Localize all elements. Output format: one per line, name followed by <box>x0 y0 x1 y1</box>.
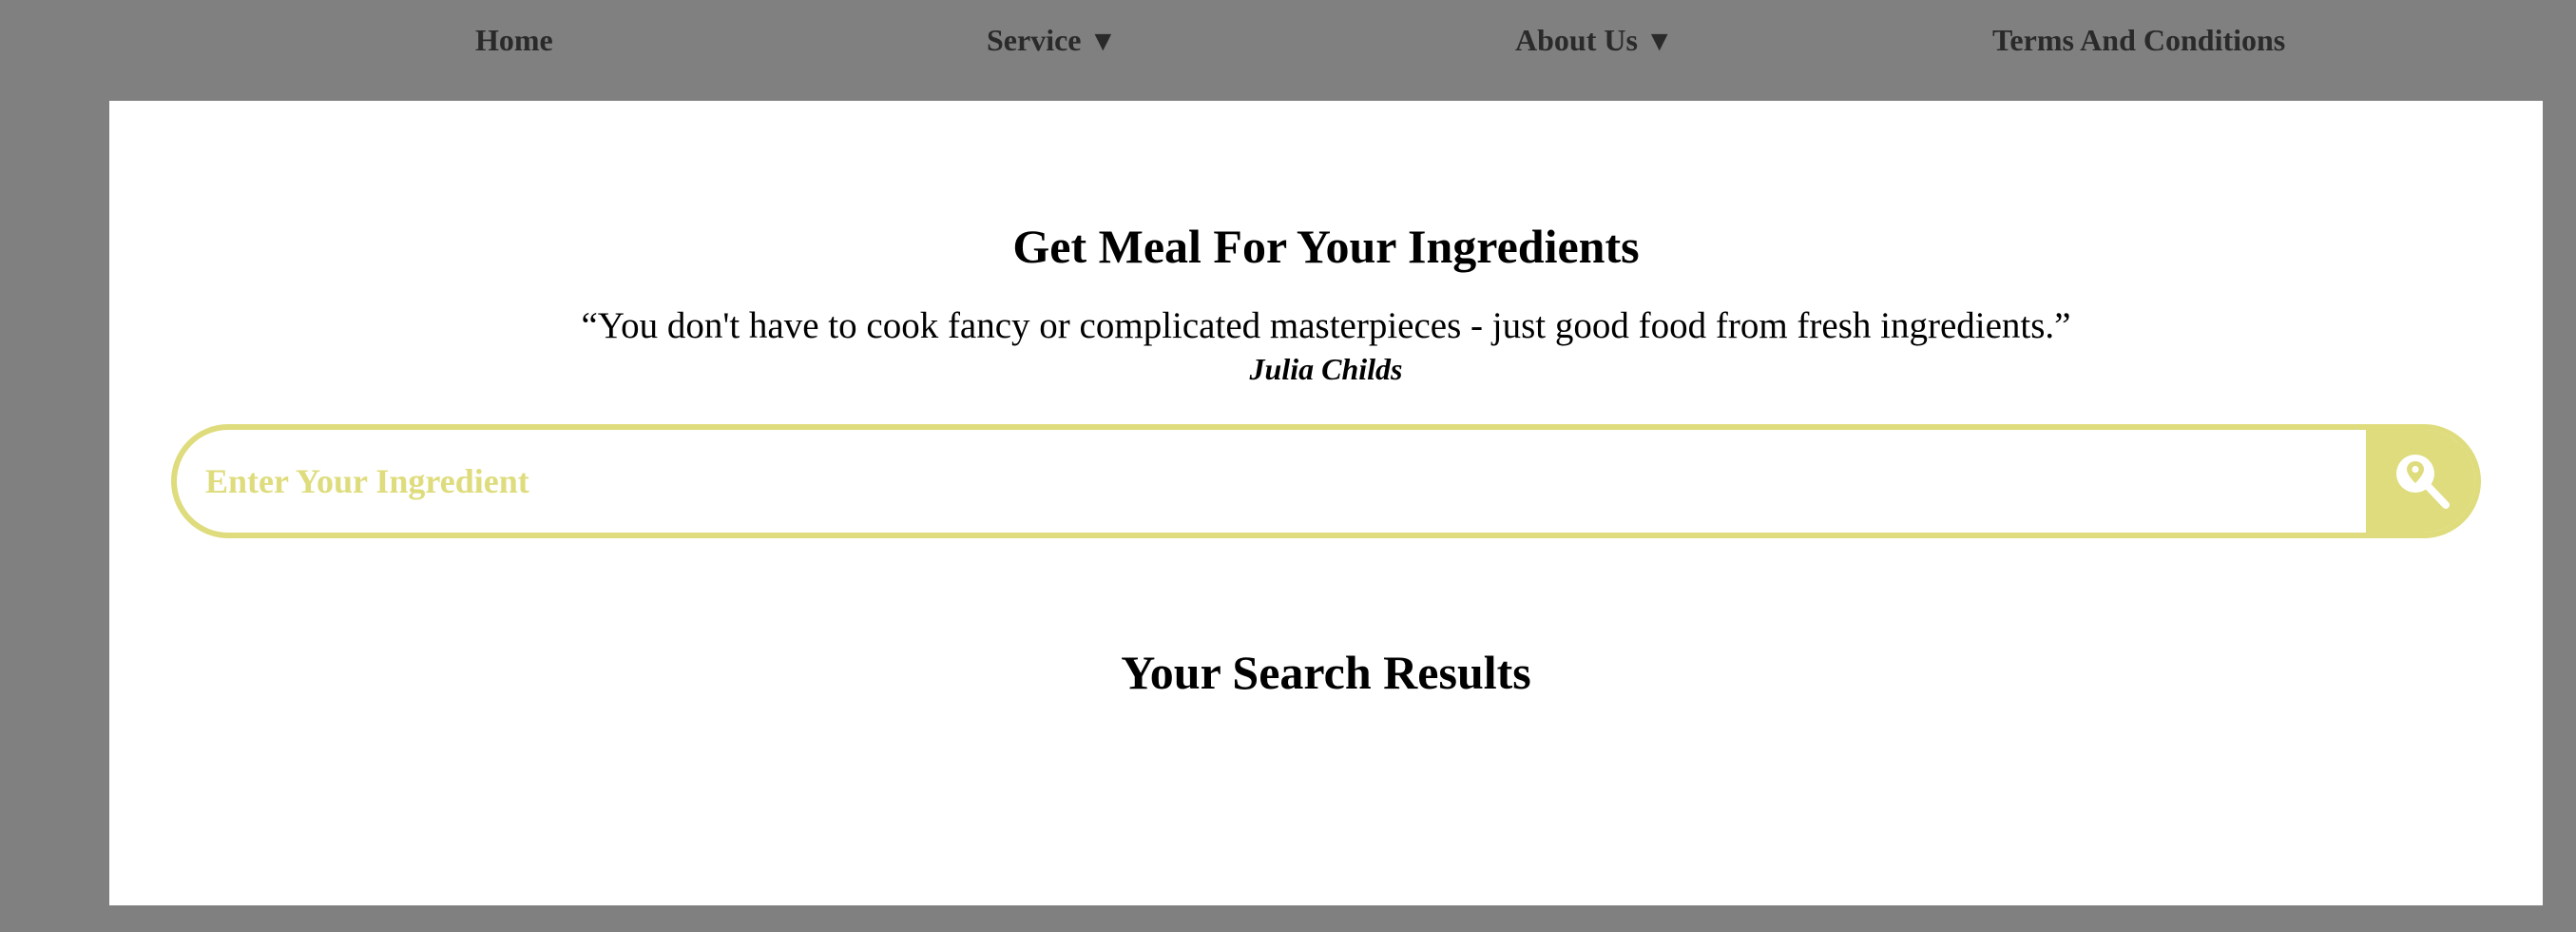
page-title: Get Meal For Your Ingredients <box>1012 220 1640 273</box>
ingredient-search-input[interactable] <box>205 430 2344 533</box>
nav-service-dropdown[interactable]: Service ▼ <box>987 23 1117 58</box>
caret-down-icon: ▼ <box>1644 26 1674 57</box>
nav-home-link[interactable]: Home <box>475 23 553 58</box>
main-panel: Get Meal For Your Ingredients “You don't… <box>109 101 2543 905</box>
top-navigation: Home Service ▼ About Us ▼ Terms And Condit… <box>0 0 2576 91</box>
search-location-icon <box>2396 455 2450 509</box>
nav-service-label: Service <box>987 23 1082 57</box>
nav-home-label: Home <box>475 23 553 57</box>
quote-author: Julia Childs <box>1249 352 1403 386</box>
nav-terms-link[interactable]: Terms And Conditions <box>1992 23 2285 58</box>
nav-about-dropdown[interactable]: About Us ▼ <box>1515 23 1674 58</box>
search-button[interactable] <box>2366 430 2475 533</box>
search-results-heading: Your Search Results <box>1121 646 1531 699</box>
nav-about-label: About Us <box>1515 23 1638 57</box>
caret-down-icon: ▼ <box>1088 26 1118 57</box>
quote-text: “You don't have to cook fancy or complic… <box>581 305 2071 346</box>
ingredient-search-bar <box>171 424 2481 538</box>
nav-terms-label: Terms And Conditions <box>1992 23 2286 57</box>
